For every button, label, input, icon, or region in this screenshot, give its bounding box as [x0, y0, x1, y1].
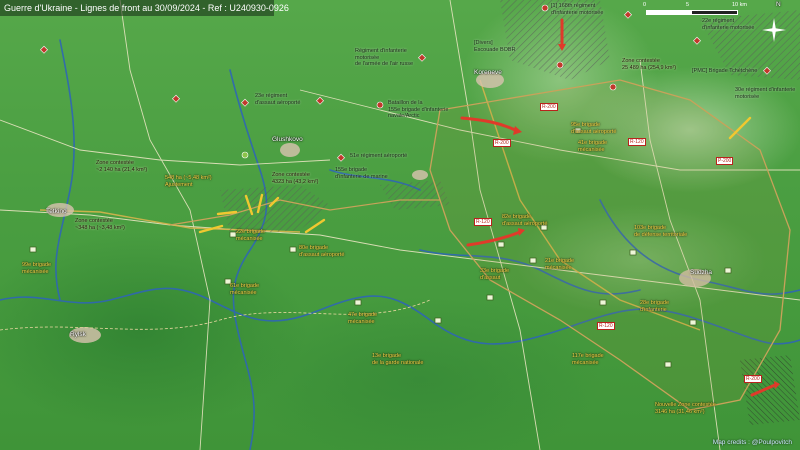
ru-unit-label[interactable]: [1] 168th régiment d'infanterie motorisé… — [551, 3, 603, 16]
ua-unit-label[interactable]: 33e brigade d'assaut — [480, 268, 509, 281]
road-shield: R-120 — [474, 218, 492, 226]
ru-unit-label[interactable]: Bataillon de la 155e brigade d'infanteri… — [388, 100, 448, 120]
ua-unit-label[interactable]: 117e brigade mécanisée — [572, 353, 604, 366]
road-shield: R-200 — [744, 375, 762, 383]
city-glushkovo[interactable]: Glushkovo — [272, 136, 303, 144]
scale-label-0: 0 — [643, 2, 647, 8]
ru-unit-label[interactable]: [PMC] Brigade Tchétchène — [692, 68, 757, 75]
map-credits: Map credits : @Poulpovitch — [712, 439, 792, 446]
ua-unit-label[interactable]: 80e brigade d'assaut aéroporté — [299, 245, 344, 258]
city-sudzha[interactable]: Sudzha — [690, 269, 712, 277]
scale-label-5: 5 — [686, 2, 690, 8]
road-shield: R-200 — [493, 139, 511, 147]
ua-unit-label[interactable]: 22e brigade mécanisée — [236, 229, 265, 242]
ua-unit-label[interactable]: 47e brigade mécanisée — [348, 312, 377, 325]
ru-unit-label[interactable]: 30e régiment d'infanterie motorisée — [735, 87, 795, 100]
compass-rose-icon — [762, 18, 786, 42]
ru-unit-label[interactable]: 51e régiment aéroporté — [350, 153, 407, 160]
ru-unit-label[interactable]: Régiment d'infanterie motorisée de l'arm… — [355, 48, 413, 68]
map-title: Guerre d'Ukraine - Lignes de front au 30… — [0, 0, 289, 16]
city-koreneve[interactable]: Koreneve — [474, 69, 502, 77]
zone-label: Zone contestée ~2 140 ha (21,4 km²) — [96, 160, 148, 173]
city-rylsk[interactable]: Rylsk — [70, 331, 86, 339]
ua-unit-label[interactable]: 21e brigade mécanisée — [545, 258, 574, 271]
compass-north-label: N — [776, 1, 781, 8]
scale-bar — [646, 10, 738, 15]
ru-unit-label[interactable]: [Divers] Escouade BOBR — [474, 40, 516, 53]
road-shield: P-200 — [716, 157, 734, 165]
map-canvas[interactable]: Guerre d'Ukraine - Lignes de front au 30… — [0, 0, 800, 450]
ua-unit-label[interactable]: 61e brigade mécanisée — [230, 283, 259, 296]
ua-unit-label[interactable]: 82e brigade d'assaut aéroporté — [502, 214, 547, 227]
ru-unit-label[interactable]: 155e brigade d'infanterie de marine — [335, 167, 388, 180]
ua-unit-label[interactable]: 95e brigade d'assaut aéroporté — [571, 122, 616, 135]
road-shield: R-120 — [628, 138, 646, 146]
road-shield: R-120 — [597, 322, 615, 330]
zone-label: 548 ha (~5,48 km²) Ajustement — [165, 175, 212, 188]
zone-label: Zone contestée 4323 ha (43,2 km²) — [272, 172, 319, 185]
zone-label: Nouvelle Zone contestée 3146 ha (31,46 k… — [655, 402, 716, 415]
ua-unit-label[interactable]: 28e brigade d'infanterie — [640, 300, 669, 313]
scale-bar-widget: 0 5 10 km — [643, 2, 776, 16]
ua-unit-label[interactable]: 13e brigade de la garde nationale — [372, 353, 423, 366]
ua-unit-label[interactable]: 99e brigade mécanisée — [22, 262, 51, 275]
ua-unit-label[interactable]: 41e brigade mécanisée — [578, 140, 607, 153]
road-shield: R-200 — [540, 103, 558, 111]
ua-unit-label[interactable]: 103e brigade de défense territoriale — [634, 225, 687, 238]
zone-label: Zone contestée ~348 ha (~3,48 km²) — [75, 218, 125, 231]
scale-label-10: 10 km — [732, 2, 747, 8]
ru-unit-label[interactable]: 23e régiment d'assaut aéroporté — [255, 93, 300, 106]
city-tetkino[interactable]: Tetkino — [46, 208, 67, 216]
zone-label: Zone contestée 25 489 ha (254,9 km²) — [622, 58, 677, 71]
ru-unit-label[interactable]: 22e régiment d'infanterie motorisée — [702, 18, 754, 31]
